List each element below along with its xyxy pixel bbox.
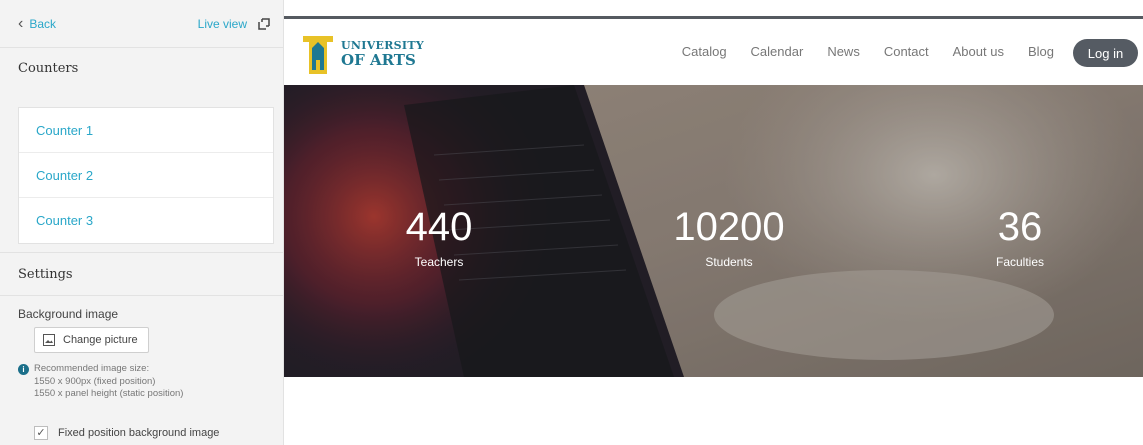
settings-title: Settings bbox=[0, 252, 283, 296]
info-icon: i bbox=[18, 364, 29, 375]
university-logo-text[interactable]: UNIVERSITY OF ARTS bbox=[341, 39, 424, 69]
recommended-line-3: 1550 x panel height (static position) bbox=[34, 388, 184, 399]
fixed-background-label: Fixed position background image bbox=[58, 427, 220, 439]
stat-faculties: 36 Faculties bbox=[960, 205, 1080, 269]
app: ‹ Back Live view Counters Counter 1 Coun… bbox=[0, 0, 1143, 445]
nav-calendar[interactable]: Calendar bbox=[751, 44, 804, 59]
counter-item-1[interactable]: Counter 1 bbox=[19, 108, 273, 153]
chevron-left-icon: ‹ bbox=[18, 14, 24, 32]
change-picture-button[interactable]: Change picture bbox=[34, 327, 149, 353]
image-icon bbox=[43, 334, 55, 346]
change-picture-label: Change picture bbox=[63, 334, 138, 346]
recommended-line-1: Recommended image size: bbox=[34, 363, 150, 374]
site-preview: UNIVERSITY OF ARTS Catalog Calendar News… bbox=[284, 0, 1143, 445]
nav-contact[interactable]: Contact bbox=[884, 44, 929, 59]
site-header: UNIVERSITY OF ARTS Catalog Calendar News… bbox=[284, 19, 1143, 85]
stat-value: 10200 bbox=[673, 205, 785, 249]
stat-label: Students bbox=[705, 255, 753, 269]
counters-title: Counters bbox=[18, 60, 79, 76]
fixed-background-checkbox[interactable]: ✓ bbox=[34, 426, 48, 440]
stat-students: 10200 Students bbox=[644, 205, 814, 269]
live-view-button[interactable]: Live view bbox=[198, 17, 271, 31]
logo-line-2: OF ARTS bbox=[341, 51, 416, 69]
nav-news[interactable]: News bbox=[827, 44, 860, 59]
stat-value: 440 bbox=[405, 205, 473, 249]
login-button[interactable]: Log in bbox=[1073, 39, 1138, 67]
back-button[interactable]: ‹ Back bbox=[18, 14, 57, 32]
back-label: Back bbox=[29, 16, 57, 31]
counter-item-2[interactable]: Counter 2 bbox=[19, 153, 273, 198]
background-image-label: Background image bbox=[18, 307, 119, 321]
stat-teachers: 440 Teachers bbox=[384, 205, 494, 269]
editor-panel: ‹ Back Live view Counters Counter 1 Coun… bbox=[0, 0, 284, 445]
nav-about-us[interactable]: About us bbox=[953, 44, 1004, 59]
counter-list: Counter 1 Counter 2 Counter 3 bbox=[18, 107, 274, 244]
counters-hero: 440 Teachers 10200 Students 36 Faculties bbox=[284, 85, 1143, 377]
stat-value: 36 bbox=[997, 205, 1043, 249]
external-window-icon bbox=[258, 17, 270, 30]
live-view-label: Live view bbox=[197, 16, 247, 31]
panel-toolbar: ‹ Back Live view bbox=[0, 0, 283, 48]
counters-section: Counters bbox=[0, 48, 283, 88]
site-nav: Catalog Calendar News Contact About us B… bbox=[682, 44, 1054, 59]
recommended-size-note: Recommended image size: 1550 x 900px (fi… bbox=[34, 363, 183, 401]
counter-item-3[interactable]: Counter 3 bbox=[19, 198, 273, 243]
university-logo-icon bbox=[303, 36, 333, 74]
recommended-line-2: 1550 x 900px (fixed position) bbox=[34, 375, 156, 387]
nav-catalog[interactable]: Catalog bbox=[682, 44, 727, 59]
stat-label: Teachers bbox=[414, 255, 464, 269]
fixed-background-option[interactable]: ✓ Fixed position background image bbox=[34, 426, 219, 440]
stat-label: Faculties bbox=[995, 255, 1045, 269]
nav-blog[interactable]: Blog bbox=[1028, 44, 1054, 59]
